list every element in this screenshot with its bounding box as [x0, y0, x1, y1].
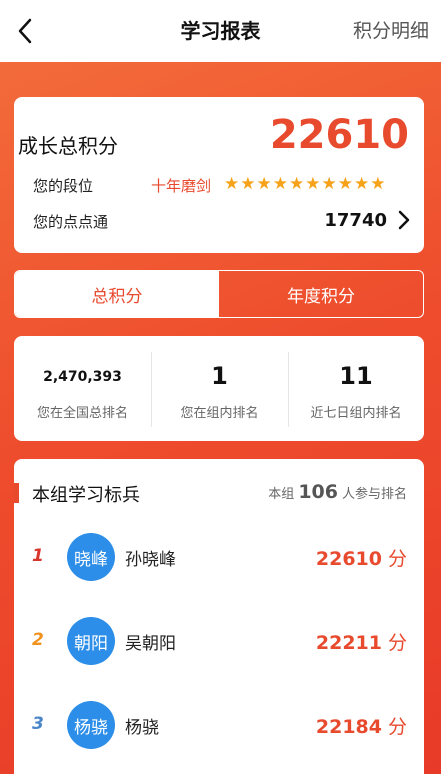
star-icon: ★: [337, 174, 353, 194]
points-detail-link[interactable]: 积分明细: [353, 0, 429, 62]
row-name: 吴朝阳: [125, 634, 176, 654]
score-number: 22211: [315, 632, 382, 654]
avatar: 朝阳: [67, 617, 115, 665]
avatar: 杨骁: [67, 701, 115, 749]
score-unit: 分: [387, 716, 407, 738]
total-score-value: 22610: [269, 112, 409, 158]
participant-count: 本组 106 人参与排名: [268, 481, 407, 503]
row-score: 22211 分: [316, 628, 407, 655]
tab-total-score[interactable]: 总积分: [15, 271, 219, 317]
score-tabs: 总积分 年度积分: [14, 270, 424, 318]
leaderboard-title: 本组学习标兵: [32, 485, 140, 506]
points-label: 您的点点通: [33, 213, 109, 231]
stat-value: 2,470,393: [43, 369, 122, 385]
score-number: 22610: [315, 548, 382, 570]
row-rank: 1: [32, 546, 44, 566]
rank-name: 十年磨剑: [151, 177, 212, 195]
row-rank: 2: [32, 630, 44, 650]
points-arrow-button[interactable]: [395, 208, 413, 232]
stat-value: 1: [211, 362, 228, 390]
avatar: 晓峰: [67, 533, 115, 581]
star-icon: ★: [224, 174, 240, 194]
row-name: 杨骁: [125, 718, 159, 738]
row-rank: 3: [32, 714, 44, 734]
score-unit: 分: [387, 548, 407, 570]
score-unit: 分: [387, 632, 407, 654]
total-score-label: 成长总积分: [18, 134, 118, 158]
stat-group-rank: 1 您在组内排名: [151, 336, 288, 441]
chevron-right-icon: [398, 210, 410, 230]
row-score: 22184 分: [316, 712, 407, 739]
stat-label: 您在组内排名: [180, 406, 259, 421]
top-navigation-bar: 学习报表 积分明细: [0, 0, 441, 62]
rank-label: 您的段位: [33, 177, 94, 195]
stat-national-rank: 2,470,393 您在全国总排名: [14, 336, 151, 441]
stat-seven-day-rank: 11 近七日组内排名: [288, 336, 424, 441]
stat-label: 您在全国总排名: [36, 406, 128, 421]
star-icon: ★: [370, 174, 386, 194]
section-marker: [14, 483, 19, 503]
count-number: 106: [298, 481, 338, 503]
star-icon: ★: [321, 174, 337, 194]
score-number: 22184: [315, 716, 382, 738]
star-icon: ★: [272, 174, 288, 194]
row-name: 孙晓峰: [125, 550, 176, 570]
points-value[interactable]: 17740: [324, 210, 387, 231]
row-score: 22610 分: [316, 544, 407, 571]
count-prefix: 本组: [268, 487, 295, 502]
star-icon: ★: [305, 174, 321, 194]
rank-stars: ★ ★ ★ ★ ★ ★ ★ ★ ★ ★: [224, 174, 386, 194]
count-suffix: 人参与排名: [341, 487, 407, 502]
tab-annual-score[interactable]: 年度积分: [219, 271, 423, 317]
stat-label: 近七日组内排名: [310, 406, 402, 421]
stat-value: 11: [339, 362, 373, 390]
star-icon: ★: [256, 174, 272, 194]
star-icon: ★: [289, 174, 305, 194]
star-icon: ★: [240, 174, 256, 194]
star-icon: ★: [354, 174, 370, 194]
